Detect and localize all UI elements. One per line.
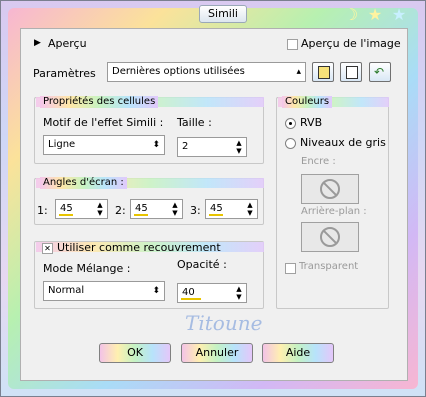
pattern-select-value: Ligne [48,139,76,150]
preset-select-value: Dernières options utilisées [112,66,245,77]
angle-2-spinner[interactable]: 45 ▲ ▼ [130,199,183,219]
rgb-radio[interactable] [285,118,296,129]
angle-1-spinner[interactable]: 45 ▲ ▼ [55,199,108,219]
background-label: Arrière-plan : [301,206,367,217]
grayscale-label: Niveaux de gris [300,136,386,149]
background-color-swatch[interactable] [301,222,359,252]
rgb-label: RVB [300,116,323,129]
angles-legend: Angles d'écran : [40,177,127,189]
no-color-icon [320,227,340,247]
grayscale-radio[interactable] [285,138,296,149]
pattern-select[interactable]: Ligne ⬍ [43,135,165,155]
size-spinner[interactable]: 2 ▲ ▼ [177,137,247,157]
angle-1-label: 1: [37,204,48,217]
cancel-button[interactable]: Annuler [181,343,253,363]
reset-button[interactable]: ↶ [369,62,391,82]
blend-mode-value: Normal [48,285,85,296]
chevron-down-icon: ▴ [296,67,301,77]
window-title: Simili [199,5,247,23]
chevron-updown-icon: ⬍ [152,140,160,150]
ink-color-swatch[interactable] [301,174,359,204]
blend-mode-select[interactable]: Normal ⬍ [43,281,165,301]
preview-toggle-label[interactable]: Aperçu [48,37,87,50]
moon-icon[interactable]: ☽ [340,3,362,25]
ok-button[interactable]: OK [99,343,171,363]
watermark-signature: Titoune [185,311,263,335]
opacity-spinner[interactable]: 40 ▲ ▼ [177,283,247,303]
window-controls: ☽ ★ ★ [340,3,410,25]
opacity-value: 40 [182,287,195,298]
colors-legend: Couleurs [282,96,333,108]
angle-2-label: 2: [115,204,126,217]
size-label: Taille : [177,116,212,129]
star-icon[interactable]: ★ [364,3,386,25]
spinner-arrows-icon[interactable]: ▲ ▼ [234,285,244,301]
value-underline [59,214,73,216]
save-preset-button[interactable] [312,62,334,82]
blend-mode-label: Mode Mélange : [43,262,131,275]
randomize-button[interactable] [340,62,362,82]
overlay-label: Utiliser comme recouvrement [57,241,221,254]
floppy-icon [318,66,330,79]
angle-3-value: 45 [210,203,223,214]
preset-select[interactable]: Dernières options utilisées ▴ [107,62,306,82]
value-underline [181,298,201,300]
angle-3-spinner[interactable]: 45 ▲ ▼ [205,199,258,219]
image-preview-label: Aperçu de l'image [301,37,401,50]
opacity-label: Opacité : [177,258,227,271]
angle-1-value: 45 [60,203,73,214]
cell-properties-legend: Propriétés des cellules [40,96,159,108]
spinner-arrows-icon[interactable]: ▲ ▼ [95,201,105,217]
angle-3-label: 3: [190,204,201,217]
ink-label: Encre : [301,156,336,167]
spinner-arrows-icon[interactable]: ▲ ▼ [170,201,180,217]
angle-2-value: 45 [135,203,148,214]
settings-label: Paramètres [33,67,96,80]
help-button[interactable]: Aide [262,343,334,363]
pattern-label: Motif de l'effet Simili : [43,116,164,129]
no-color-icon [320,179,340,199]
overlay-checkbox[interactable]: ✕ [42,243,53,254]
reset-icon: ↶ [374,65,385,79]
expand-arrow-icon[interactable]: ▶ [34,38,41,48]
transparent-checkbox[interactable] [285,263,296,274]
spinner-arrows-icon[interactable]: ▲ ▼ [245,201,255,217]
transparent-label: Transparent [299,261,359,272]
image-preview-checkbox[interactable] [287,39,298,50]
value-underline [209,214,223,216]
dice-icon [346,66,358,79]
chevron-updown-icon: ⬍ [152,286,160,296]
star-close-icon[interactable]: ★ [388,3,410,25]
spinner-arrows-icon[interactable]: ▲ ▼ [234,139,244,155]
value-underline [134,214,148,216]
size-value: 2 [182,141,189,152]
